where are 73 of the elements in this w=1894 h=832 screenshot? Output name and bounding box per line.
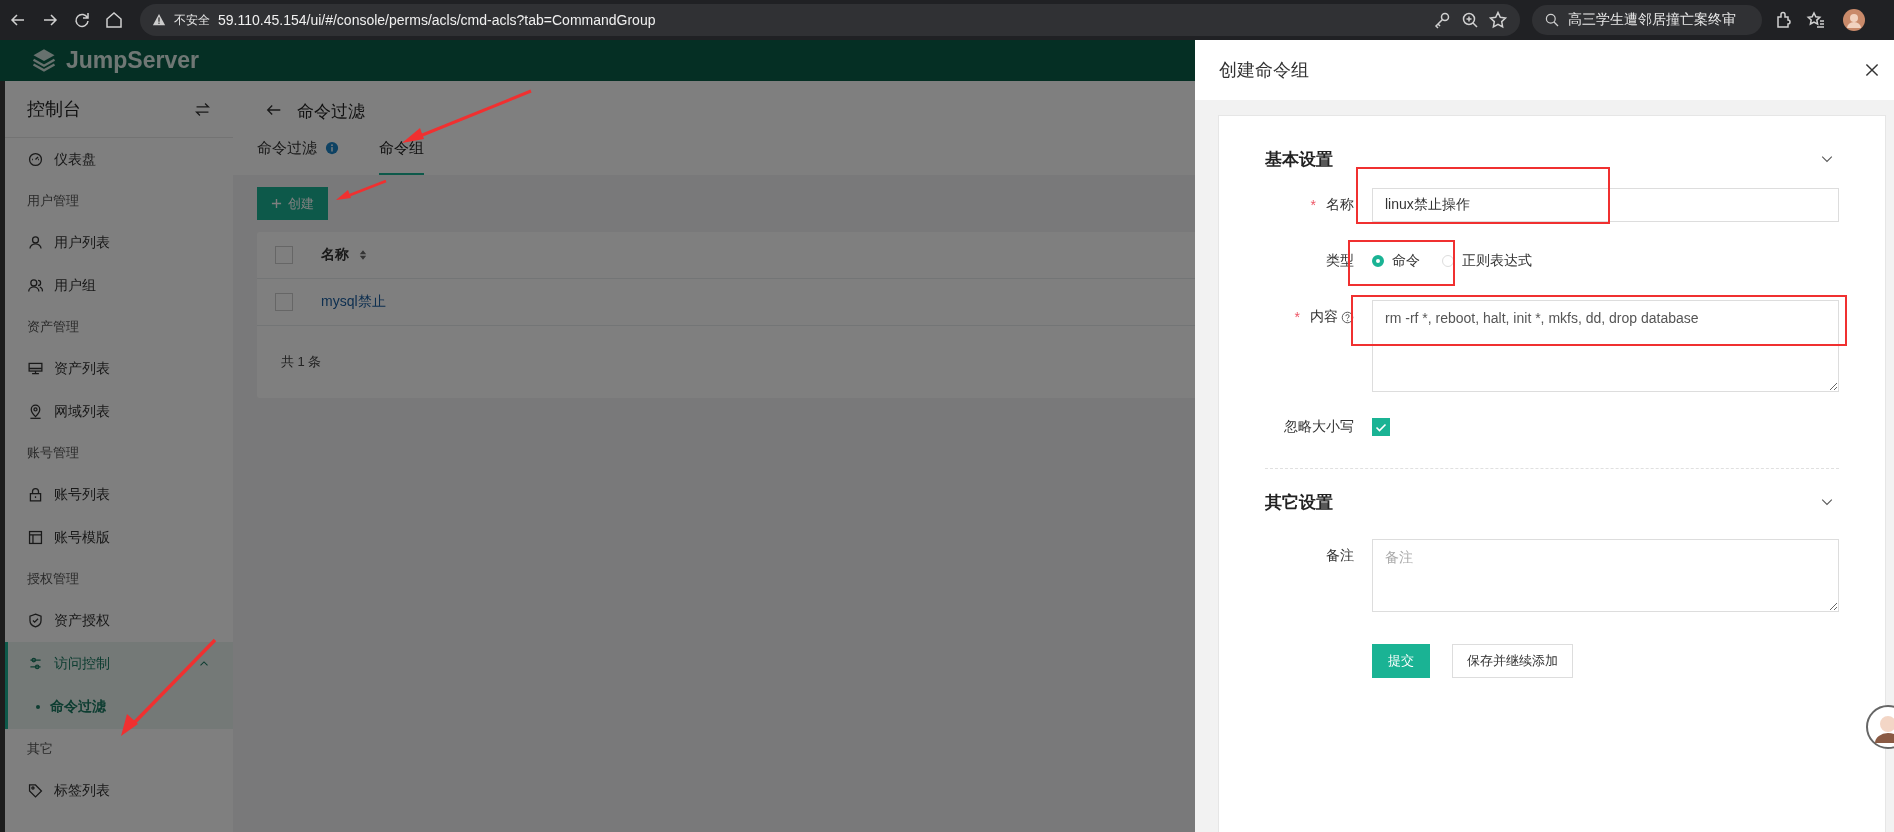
star-icon[interactable] (1488, 10, 1508, 30)
menu-heading: 账号管理 (26, 444, 80, 462)
gauge-icon (27, 151, 44, 168)
menu-heading: 其它 (26, 740, 54, 758)
checkbox[interactable] (275, 293, 293, 311)
profile-avatar-icon[interactable] (1842, 8, 1866, 32)
submenu-item[interactable]: 命令过滤 (5, 685, 233, 729)
menu-item[interactable]: 用户组 (5, 264, 233, 307)
field-label: 备注 (1326, 547, 1354, 565)
tag-icon (27, 782, 44, 799)
field-label: 内容 (1310, 308, 1338, 326)
menu-item[interactable]: 网域列表 (5, 390, 233, 433)
template-icon (27, 529, 44, 546)
menu-heading: 用户管理 (26, 192, 80, 210)
home-icon[interactable] (104, 10, 124, 30)
key-icon[interactable] (1432, 10, 1452, 30)
security-label: 不安全 (174, 11, 210, 29)
url-text: 59.110.45.154/ui/#/console/perms/acls/cmd-acls?tab=CommandGroup (218, 12, 656, 28)
zoom-icon[interactable] (1460, 10, 1480, 30)
shield-icon (27, 612, 44, 629)
menu-item[interactable]: 标签列表 (5, 769, 233, 812)
sort-icon[interactable] (359, 249, 367, 261)
column-header[interactable]: 名称 (321, 246, 349, 264)
swap-icon[interactable] (194, 100, 211, 118)
warning-icon (152, 13, 166, 27)
required-mark: * (1310, 197, 1316, 213)
menu-heading: 授权管理 (26, 570, 80, 588)
field-label: 忽略大小写 (1284, 418, 1354, 436)
text-area[interactable]: 备注 (1372, 539, 1839, 612)
reload-icon[interactable] (72, 10, 92, 30)
plus-icon (271, 198, 282, 209)
address-bar[interactable]: 不安全 59.110.45.154/ui/#/console/perms/acls/cmd-acls?tab=CommandGroup (140, 4, 1520, 36)
drawer-title: 创建命令组 (1219, 59, 1309, 82)
sidebar-title: 控制台 (27, 98, 81, 121)
menu-item[interactable]: 资产授权 (5, 599, 233, 642)
table-cell-link[interactable]: mysql禁止 (321, 293, 386, 311)
section-title: 其它设置 (1265, 491, 1333, 514)
annotation-arrow (336, 179, 387, 200)
field-label: 名称 (1326, 196, 1354, 214)
extensions-icon[interactable] (1774, 10, 1794, 30)
logo-text: JumpServer (66, 47, 199, 74)
tab[interactable]: 命令过滤 (257, 123, 339, 175)
menu-item[interactable]: 账号列表 (5, 473, 233, 516)
user-icon (27, 234, 44, 251)
text-area[interactable]: rm -rf *, reboot, halt, init *, mkfs, dd, drop database (1372, 300, 1839, 392)
menu-heading: 资产管理 (26, 318, 80, 336)
section-title: 基本设置 (1265, 148, 1333, 171)
required-mark: * (1294, 309, 1300, 325)
search-field[interactable]: 高三学生遭邻居撞亡案终审 (1532, 5, 1762, 35)
radio-option[interactable]: 正则表达式 (1442, 252, 1532, 270)
search-icon (1544, 12, 1560, 28)
monitor-icon (27, 360, 44, 377)
pin-icon (27, 403, 44, 420)
menu-item[interactable]: 仪表盘 (5, 138, 233, 181)
menu-group[interactable]: 访问控制 (5, 642, 233, 685)
search-text: 高三学生遭邻居撞亡案终审 (1568, 11, 1736, 29)
menu-item[interactable]: 账号模版 (5, 516, 233, 559)
checkbox[interactable] (1372, 418, 1390, 436)
help-icon[interactable] (1341, 310, 1354, 324)
save-continue-button[interactable]: 保存并继续添加 (1452, 644, 1573, 678)
menu-item[interactable]: 用户列表 (5, 221, 233, 264)
total-count: 共 1 条 (280, 353, 323, 371)
lock-icon (27, 486, 44, 503)
submit-button[interactable]: 提交 (1372, 644, 1430, 678)
control-icon (27, 655, 44, 672)
page-title: 命令过滤 (297, 101, 365, 123)
radio-option[interactable]: 命令 (1372, 252, 1420, 270)
favorites-icon[interactable] (1806, 10, 1826, 30)
checkbox[interactable] (275, 246, 293, 264)
close-icon[interactable] (1864, 62, 1880, 78)
name-input[interactable]: linux禁止操作 (1372, 188, 1839, 222)
menu-item[interactable]: 资产列表 (5, 347, 233, 390)
users-icon (27, 277, 44, 294)
